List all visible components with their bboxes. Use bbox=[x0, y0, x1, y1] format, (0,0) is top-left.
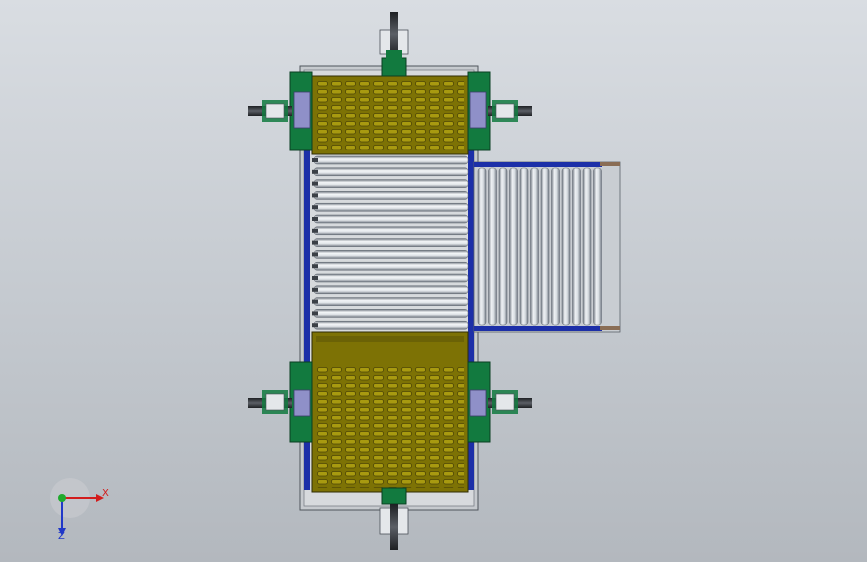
center-roller bbox=[313, 309, 469, 318]
center-roller bbox=[313, 179, 469, 188]
x-axis-label: X bbox=[102, 488, 109, 499]
center-roller bbox=[313, 297, 469, 306]
roller-end-cap bbox=[312, 169, 318, 174]
lift-cylinder-bottom[interactable] bbox=[379, 504, 409, 550]
roller-end-cap bbox=[312, 311, 318, 316]
roller-end-cap bbox=[312, 264, 318, 269]
center-roller bbox=[313, 261, 469, 271]
center-roller bbox=[313, 285, 469, 295]
side-roller bbox=[593, 167, 602, 326]
slotted-plate-bottom[interactable] bbox=[311, 331, 469, 493]
y-axis-dot bbox=[58, 494, 66, 502]
slotted-plate-top[interactable] bbox=[311, 75, 469, 155]
lift-cylinder-top[interactable] bbox=[379, 12, 409, 60]
roller-end-cap bbox=[312, 240, 318, 245]
roller-end-cap bbox=[312, 299, 318, 304]
roller-end-cap bbox=[312, 158, 318, 162]
center-roller bbox=[313, 202, 469, 212]
side-roller bbox=[530, 167, 539, 326]
side-roller bbox=[572, 167, 581, 326]
center-roller bbox=[313, 214, 469, 224]
roller-end-cap bbox=[312, 217, 318, 221]
side-roller bbox=[540, 167, 550, 326]
side-roller-conveyor[interactable] bbox=[473, 161, 621, 333]
z-axis-label: Z bbox=[58, 531, 65, 542]
conveyor-model[interactable] bbox=[0, 0, 867, 562]
roller-end-cap bbox=[312, 252, 318, 257]
cad-viewport[interactable]: X Z bbox=[0, 0, 867, 562]
roller-end-cap bbox=[312, 287, 318, 292]
lift-cylinder-left-bottom[interactable] bbox=[248, 390, 292, 414]
coordinate-triad bbox=[50, 478, 104, 536]
side-roller bbox=[509, 167, 518, 326]
roller-end-cap bbox=[312, 181, 318, 186]
center-roller bbox=[313, 191, 469, 200]
roller-end-cap bbox=[312, 193, 318, 198]
side-roller bbox=[498, 167, 508, 326]
lift-cylinder-left-top[interactable] bbox=[248, 100, 292, 122]
roller-end-cap bbox=[312, 205, 318, 210]
center-roller bbox=[313, 238, 469, 247]
center-roller bbox=[313, 226, 469, 236]
roller-end-cap bbox=[312, 323, 318, 328]
side-roller bbox=[582, 167, 592, 326]
center-roller bbox=[313, 167, 469, 177]
side-roller bbox=[488, 167, 497, 326]
lift-cylinder-right-bottom[interactable] bbox=[488, 390, 532, 414]
side-roller bbox=[561, 167, 571, 326]
side-roller bbox=[519, 167, 529, 326]
center-roller bbox=[313, 250, 469, 259]
center-roller bbox=[313, 320, 469, 330]
side-roller bbox=[551, 167, 560, 326]
roller-end-cap bbox=[312, 228, 318, 233]
center-roller bbox=[313, 155, 469, 165]
roller-end-cap bbox=[312, 276, 318, 280]
side-roller bbox=[477, 167, 487, 326]
center-roller bbox=[313, 273, 469, 283]
lift-cylinder-right-top[interactable] bbox=[488, 100, 532, 122]
center-roller-section[interactable] bbox=[312, 155, 469, 330]
